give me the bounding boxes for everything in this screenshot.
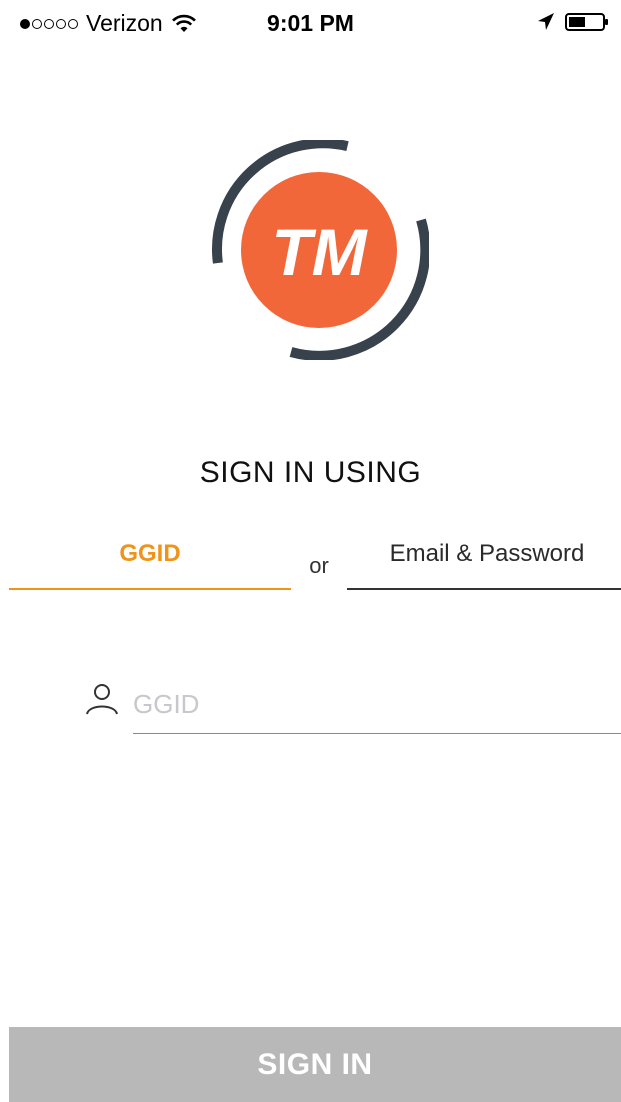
status-right <box>537 12 609 32</box>
battery-icon <box>565 13 608 31</box>
user-icon <box>86 684 118 715</box>
tab-email-password[interactable]: Email & Password <box>347 530 621 590</box>
tab-ggid[interactable]: GGID <box>9 530 291 590</box>
sign-in-button[interactable]: SIGN IN <box>9 1027 621 1102</box>
tab-separator-or: or <box>309 553 329 578</box>
status-time: 9:01 PM <box>267 10 354 36</box>
tm-logo: TM <box>212 140 429 360</box>
ggid-field <box>85 676 621 736</box>
status-bar: Verizon 9:01 PM <box>0 0 621 48</box>
location-arrow-icon <box>538 13 554 30</box>
ggid-input[interactable] <box>133 676 621 734</box>
logo-text: TM <box>271 215 368 289</box>
sign-in-heading: SIGN IN USING <box>199 456 422 489</box>
